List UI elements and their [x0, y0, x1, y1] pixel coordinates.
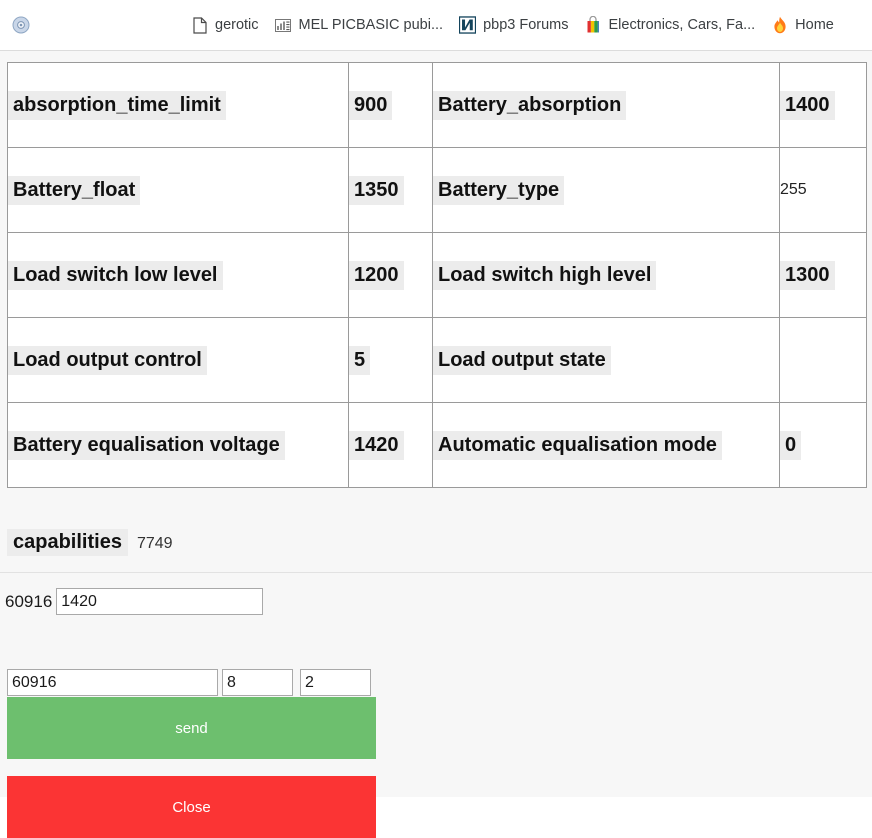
- param-name-cell: Battery equalisation voltage: [8, 403, 349, 488]
- param-value: 1420: [349, 431, 404, 460]
- disc-icon[interactable]: [11, 15, 31, 35]
- command-params-row: [7, 669, 371, 696]
- param-value-cell: 0: [780, 403, 867, 488]
- document-list-icon: [275, 16, 292, 35]
- param-name-cell: absorption_time_limit: [8, 63, 349, 148]
- close-button-label: Close: [172, 799, 210, 816]
- bookmark-item-pbp3-forums[interactable]: pbp3 Forums: [459, 16, 568, 35]
- param-value-cell: 1350: [349, 148, 433, 233]
- register-label: 60916: [5, 592, 52, 612]
- capabilities-value: 7749: [137, 535, 173, 553]
- capabilities-label: capabilities: [7, 529, 128, 556]
- bookmark-label: Electronics, Cars, Fa...: [609, 18, 756, 33]
- count-input[interactable]: [222, 669, 293, 696]
- param-value-cell: 1400: [780, 63, 867, 148]
- send-button[interactable]: send: [7, 697, 376, 759]
- param-value: 5: [349, 346, 370, 375]
- register-value-row: 60916: [5, 588, 263, 615]
- address-input[interactable]: [7, 669, 218, 696]
- bookmark-items: gerotic MEL PICBASIC pubi...: [191, 16, 850, 35]
- param-name-cell: Load switch high level: [433, 233, 780, 318]
- register-value-input[interactable]: [56, 588, 263, 615]
- param-value-cell: 1200: [349, 233, 433, 318]
- param-value: 255: [780, 180, 807, 200]
- table-row: Load output control 5 Load output state: [8, 318, 867, 403]
- param-name-cell: Automatic equalisation mode: [433, 403, 780, 488]
- param-name-cell: Battery_absorption: [433, 63, 780, 148]
- param-name: Battery_type: [433, 176, 564, 205]
- pbp-checkmark-icon: [459, 16, 476, 35]
- page-file-icon: [191, 16, 208, 35]
- bookmark-bar: gerotic MEL PICBASIC pubi...: [0, 0, 872, 51]
- param-name-cell: Load output state: [433, 318, 780, 403]
- param-name-cell: Load switch low level: [8, 233, 349, 318]
- close-button[interactable]: Close: [7, 776, 376, 838]
- param-value-cell: 1420: [349, 403, 433, 488]
- param-value: 1300: [780, 261, 835, 290]
- param-value-cell: 5: [349, 318, 433, 403]
- param-name: Battery equalisation voltage: [8, 431, 285, 460]
- param-name: Battery_float: [8, 176, 140, 205]
- bookmark-label: pbp3 Forums: [483, 18, 568, 33]
- bookmark-item-home[interactable]: Home: [771, 16, 834, 35]
- send-button-label: send: [175, 720, 208, 737]
- bookmark-item-mel-picbasic[interactable]: MEL PICBASIC pubi...: [275, 16, 444, 35]
- param-name-cell: Battery_type: [433, 148, 780, 233]
- param-name: Load switch high level: [433, 261, 656, 290]
- param-value-cell: 900: [349, 63, 433, 148]
- param-value: 1400: [780, 91, 835, 120]
- bookmark-label: MEL PICBASIC pubi...: [299, 18, 444, 33]
- param-name: Load switch low level: [8, 261, 223, 290]
- param-name: Automatic equalisation mode: [433, 431, 722, 460]
- bookmark-label: Home: [795, 18, 834, 33]
- param-value: 1350: [349, 176, 404, 205]
- bookmark-item-electronics-cars[interactable]: Electronics, Cars, Fa...: [585, 16, 756, 35]
- param-value-cell: 255: [780, 148, 867, 233]
- param-name-cell: Battery_float: [8, 148, 349, 233]
- page-content: absorption_time_limit 900 Battery_absorp…: [0, 51, 872, 797]
- section-divider: [0, 572, 872, 573]
- shopping-bag-icon: [585, 16, 602, 35]
- capabilities-row: capabilities 7749: [7, 529, 173, 556]
- param-value-cell-empty: [780, 318, 867, 403]
- param-name: absorption_time_limit: [8, 91, 226, 120]
- param-value: 900: [349, 91, 392, 120]
- parameter-table: absorption_time_limit 900 Battery_absorp…: [7, 62, 867, 488]
- table-row: Battery_float 1350 Battery_type 255: [8, 148, 867, 233]
- param-value: 1200: [349, 261, 404, 290]
- param-name: Load output control: [8, 346, 207, 375]
- table-row: Load switch low level 1200 Load switch h…: [8, 233, 867, 318]
- param-name: Load output state: [433, 346, 611, 375]
- param-value: 0: [780, 431, 801, 460]
- param-name: Battery_absorption: [433, 91, 626, 120]
- flame-icon: [771, 16, 788, 35]
- bookmark-item-gerotic[interactable]: gerotic: [191, 16, 259, 35]
- bookmark-label: gerotic: [215, 18, 259, 33]
- param-name-cell: Load output control: [8, 318, 349, 403]
- param-value-cell: 1300: [780, 233, 867, 318]
- table-row: Battery equalisation voltage 1420 Automa…: [8, 403, 867, 488]
- function-code-input[interactable]: [300, 669, 371, 696]
- table-row: absorption_time_limit 900 Battery_absorp…: [8, 63, 867, 148]
